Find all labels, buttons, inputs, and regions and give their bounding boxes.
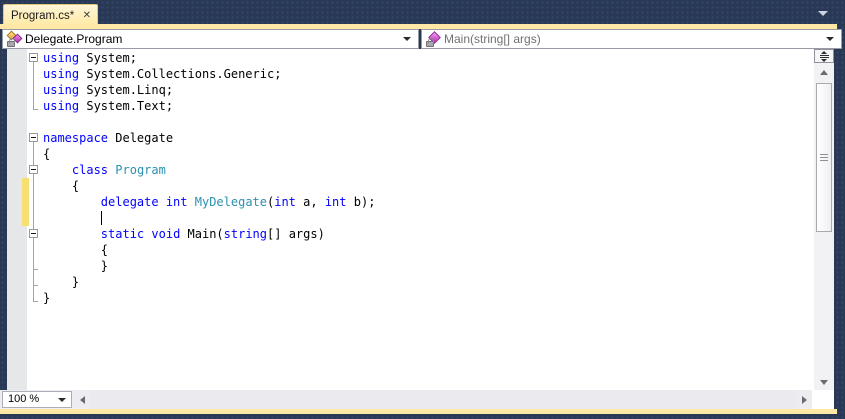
- close-icon[interactable]: ✕: [83, 11, 91, 21]
- code-line-10[interactable]: delegate int MyDelegate(int a, int b);: [43, 194, 376, 210]
- outline-line-end: [33, 301, 38, 302]
- code-editor[interactable]: using System; using System.Collections.Ge…: [7, 49, 814, 390]
- outline-line: [33, 62, 34, 109]
- tab-title: Program.cs*: [11, 10, 75, 22]
- scroll-right-button[interactable]: [796, 390, 812, 409]
- change-tracking-bar: [22, 178, 29, 226]
- horizontal-scrollbar-track[interactable]: [90, 390, 796, 409]
- code-line-2[interactable]: using System.Collections.Generic;: [43, 66, 281, 82]
- horizontal-scrollbar-area: 100 %: [0, 390, 834, 409]
- code-line-7[interactable]: {: [43, 146, 50, 162]
- code-line-14[interactable]: }: [43, 258, 108, 274]
- code-line-3[interactable]: using System.Linq;: [43, 82, 173, 98]
- outline-line-end: [33, 269, 38, 270]
- active-document-accent-bottom: [0, 409, 837, 414]
- class-icon: [6, 30, 23, 47]
- fold-collapse-toggle[interactable]: [29, 133, 38, 142]
- vertical-scrollbar-thumb[interactable]: [816, 83, 832, 232]
- zoom-value: 100 %: [8, 393, 40, 405]
- outline-line-end: [33, 109, 38, 110]
- code-line-4[interactable]: using System.Text;: [43, 98, 173, 114]
- method-private-icon: [425, 31, 441, 47]
- vertical-scrollbar[interactable]: [814, 49, 834, 390]
- splitter-handle-icon[interactable]: [814, 49, 834, 63]
- chevron-down-icon: [826, 37, 834, 41]
- outline-line-end: [33, 285, 38, 286]
- outline-line: [33, 238, 34, 269]
- scroll-left-button[interactable]: [74, 390, 90, 409]
- code-line-12[interactable]: static void Main(string[] args): [43, 226, 325, 242]
- fold-collapse-toggle[interactable]: [29, 165, 38, 174]
- tab-list-dropdown-icon[interactable]: [818, 11, 828, 16]
- code-line-13[interactable]: {: [43, 242, 108, 258]
- fold-collapse-toggle[interactable]: [29, 229, 38, 238]
- scrollbar-corner: [812, 390, 834, 409]
- scroll-up-button[interactable]: [814, 64, 834, 80]
- fold-collapse-toggle[interactable]: [29, 53, 38, 62]
- vs-editor-window: Program.cs* ✕ Delegate.Program Main(stri…: [0, 0, 845, 419]
- zoom-dropdown[interactable]: 100 %: [2, 391, 72, 408]
- code-line-8[interactable]: class Program: [43, 162, 166, 178]
- chevron-down-icon: [58, 397, 66, 402]
- types-dropdown[interactable]: Delegate.Program: [2, 29, 419, 49]
- chevron-down-icon: [403, 37, 411, 41]
- outlining-margin: [27, 49, 43, 390]
- members-dropdown-label: Main(string[] args): [444, 31, 541, 46]
- types-dropdown-label: Delegate.Program: [25, 31, 123, 46]
- code-line-16[interactable]: }: [43, 290, 50, 306]
- code-line-9[interactable]: {: [43, 178, 79, 194]
- code-line-15[interactable]: }: [43, 274, 79, 290]
- members-dropdown[interactable]: Main(string[] args): [421, 29, 842, 49]
- code-line-6[interactable]: namespace Delegate: [43, 130, 173, 146]
- text-caret: [100, 211, 103, 225]
- scroll-down-button[interactable]: [814, 374, 834, 390]
- code-line-1[interactable]: using System;: [43, 50, 137, 66]
